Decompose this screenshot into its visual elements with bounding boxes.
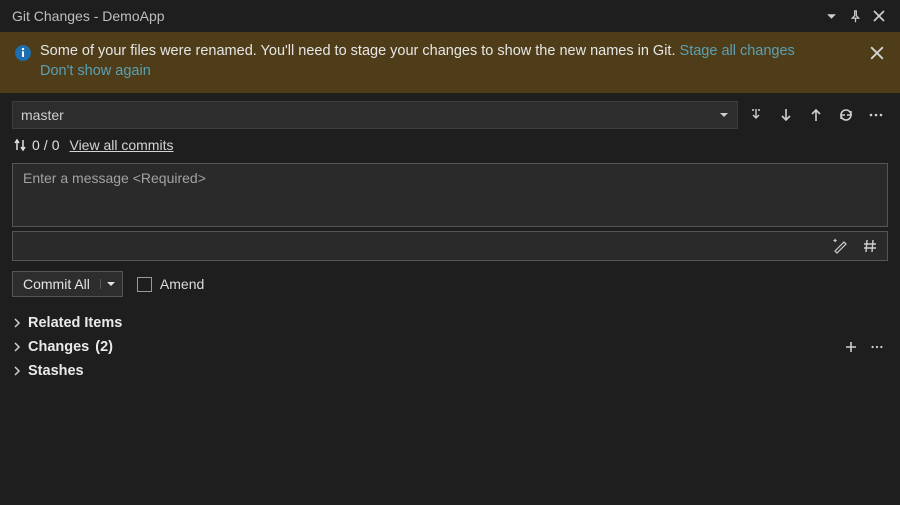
fetch-icon[interactable] bbox=[744, 103, 768, 127]
outgoing-count: 0 bbox=[32, 137, 40, 153]
window-title: Git Changes - DemoApp bbox=[12, 8, 165, 24]
chevron-down-icon bbox=[719, 110, 729, 120]
changes-more-icon[interactable] bbox=[866, 336, 888, 358]
rename-notification: Some of your files were renamed. You'll … bbox=[0, 32, 900, 93]
notification-message: Some of your files were renamed. You'll … bbox=[40, 43, 676, 59]
commits-summary: 0 / 0 View all commits bbox=[0, 133, 900, 163]
branch-selector[interactable]: master bbox=[12, 101, 738, 129]
amend-label-text: Amend bbox=[160, 276, 204, 292]
titlebar: Git Changes - DemoApp bbox=[0, 0, 900, 32]
stashes-node[interactable]: Stashes bbox=[12, 359, 888, 383]
more-icon[interactable] bbox=[864, 103, 888, 127]
incoming-count: 0 bbox=[52, 137, 60, 153]
related-items-label: Related Items bbox=[28, 315, 122, 331]
commits-count: 0 / 0 bbox=[12, 137, 59, 153]
close-icon[interactable] bbox=[870, 7, 888, 25]
chevron-right-icon bbox=[12, 318, 22, 328]
changes-node[interactable]: Changes (2) bbox=[12, 335, 113, 359]
commit-dropdown-icon[interactable] bbox=[100, 279, 122, 289]
info-icon bbox=[14, 44, 32, 62]
titlebar-controls bbox=[822, 7, 888, 25]
ai-suggest-icon[interactable] bbox=[829, 235, 851, 257]
commit-all-label: Commit All bbox=[13, 272, 100, 296]
changes-label: Changes bbox=[28, 339, 89, 355]
stage-all-icon[interactable] bbox=[840, 336, 862, 358]
commit-message-toolbar bbox=[12, 231, 888, 261]
pin-icon[interactable] bbox=[846, 7, 864, 25]
dont-show-again-link[interactable]: Don't show again bbox=[40, 63, 151, 79]
branch-name: master bbox=[21, 107, 64, 123]
notification-text: Some of your files were renamed. You'll … bbox=[40, 42, 795, 81]
hash-icon[interactable] bbox=[859, 235, 881, 257]
changes-actions bbox=[840, 336, 888, 358]
outgoing-incoming-icon bbox=[12, 137, 28, 153]
commit-actions-row: Commit All Amend bbox=[0, 261, 900, 309]
pull-icon[interactable] bbox=[774, 103, 798, 127]
amend-checkbox[interactable]: Amend bbox=[137, 276, 204, 292]
view-all-commits-link[interactable]: View all commits bbox=[69, 137, 173, 153]
chevron-right-icon bbox=[12, 342, 22, 352]
push-icon[interactable] bbox=[804, 103, 828, 127]
commit-all-button[interactable]: Commit All bbox=[12, 271, 123, 297]
window-view-dropdown-icon[interactable] bbox=[822, 7, 840, 25]
stashes-label: Stashes bbox=[28, 363, 84, 379]
commit-message-input[interactable]: Enter a message <Required> bbox=[12, 163, 888, 227]
commit-message-placeholder: Enter a message <Required> bbox=[23, 170, 206, 186]
related-items-node[interactable]: Related Items bbox=[12, 311, 888, 335]
changes-count: (2) bbox=[95, 339, 113, 355]
checkbox-box bbox=[137, 277, 152, 292]
stage-all-link[interactable]: Stage all changes bbox=[680, 43, 795, 59]
chevron-right-icon bbox=[12, 366, 22, 376]
changes-tree: Related Items Changes (2) Stashes bbox=[0, 309, 900, 385]
sync-icon[interactable] bbox=[834, 103, 858, 127]
branch-toolbar: master bbox=[0, 93, 900, 133]
notification-close-icon[interactable] bbox=[870, 46, 886, 62]
